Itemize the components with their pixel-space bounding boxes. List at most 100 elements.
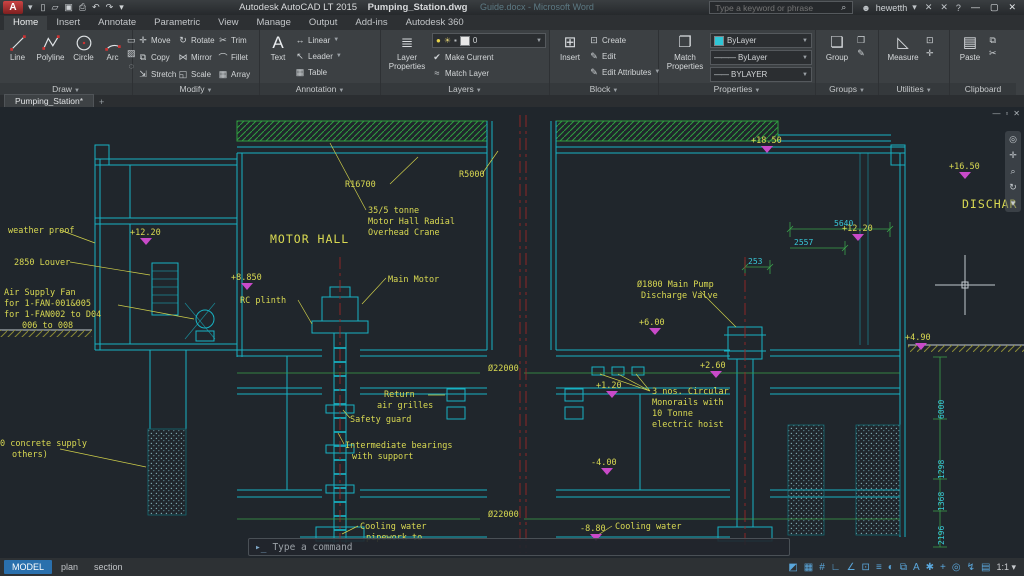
edit-button[interactable]: ✎Edit [589,48,655,64]
ribbon-tab-annotate[interactable]: Annotate [89,16,145,30]
snap-mode-icon[interactable]: ▦ [804,562,813,573]
orbit-icon[interactable]: ↻ [1009,182,1017,193]
insert-button[interactable]: ⊞ Insert [553,32,587,62]
ribbon-tab-add-ins[interactable]: Add-ins [346,16,396,30]
lineweight-icon[interactable]: ≡ [876,562,882,573]
linetype-dropdown[interactable]: ——— ByLayer ▼ [710,50,812,65]
cut-clip-icon[interactable]: ✂ [989,48,997,58]
ribbon-tab-parametric[interactable]: Parametric [145,16,209,30]
match-layer-button[interactable]: ≈Match Layer [432,65,546,81]
maximize-button[interactable]: ▢ [985,2,1004,13]
qat-dropdown-icon[interactable]: ▾ [116,2,127,13]
linear-button[interactable]: ↔Linear▼ [295,32,375,48]
annotation-scale[interactable]: 1:1 ▾ [996,562,1016,573]
layout-tab-section[interactable]: section [87,560,130,574]
infer-constraints-icon[interactable]: ◩ [788,562,797,573]
group-button[interactable]: ❏ Group [819,32,855,62]
drawing-minimize-icon[interactable]: — [992,109,1000,118]
move-button[interactable]: ✛Move [136,35,176,46]
ribbon-tab-output[interactable]: Output [300,16,347,30]
grid-display-icon[interactable]: # [819,562,825,573]
stretch-button[interactable]: ⇲Stretch [136,69,176,80]
search-icon[interactable]: ⌕ [838,2,849,13]
plot-icon[interactable]: ⎙ [76,2,89,13]
id-point-icon[interactable]: ✛ [926,48,934,58]
ribbon-tab-view[interactable]: View [209,16,247,30]
trim-button[interactable]: ✂Trim [216,35,256,46]
ortho-mode-icon[interactable]: ∟ [831,562,841,573]
mirror-button[interactable]: ⋈Mirror [176,52,216,63]
file-tab-pumping-station[interactable]: Pumping_Station* [4,94,94,107]
table-button[interactable]: ▦Table [295,64,375,80]
measure-button[interactable]: ◺ Measure [882,32,924,62]
redo-icon[interactable]: ↷ [103,2,117,13]
annotation-monitor-icon[interactable]: + [940,562,946,573]
group-edit-icon[interactable]: ✎ [857,48,865,58]
ribbon-tab-insert[interactable]: Insert [47,16,89,30]
match-properties-button[interactable]: ❐ Match Properties [662,32,708,71]
layers-panel-label[interactable]: Layers▼ [381,83,549,95]
new-file-tab-button[interactable]: + [94,97,109,107]
modify-panel-label[interactable]: Modify▼ [133,83,259,95]
line-button[interactable]: Line [3,32,32,62]
new-file-icon[interactable]: ▯ [38,2,49,13]
search-input[interactable] [713,2,838,14]
ribbon-tab-autodesk-360[interactable]: Autodesk 360 [397,16,473,30]
ribbon-tab-manage[interactable]: Manage [248,16,300,30]
ribbon-tab-home[interactable]: Home [4,16,47,30]
open-file-icon[interactable]: ▱ [48,2,61,13]
app-menu-button[interactable]: A [3,1,23,14]
signin-dropdown-icon[interactable]: ▾ [909,2,920,13]
create-button[interactable]: ⊡Create [589,32,655,48]
pan-icon[interactable]: ✛ [1009,150,1017,161]
customization-icon[interactable]: ▤ [981,562,990,573]
layer-dropdown-icon[interactable]: ▼ [536,38,542,44]
app-menu-dropdown-icon[interactable]: ▾ [25,2,36,13]
zoom-icon[interactable]: ⌕ [1010,166,1015,177]
annotation-visibility-icon[interactable]: A [913,562,920,573]
object-color-dropdown[interactable]: ByLayer ▼ [710,33,812,48]
quick-select-icon[interactable]: ⊡ [926,35,934,45]
drawing-area[interactable]: weather proof2850 LouverAir Supply Fanfo… [0,107,1024,558]
scale-button[interactable]: ◱Scale [176,69,216,80]
object-snap-icon[interactable]: ⊡ [862,562,870,573]
isolate-objects-icon[interactable]: ◎ [952,562,961,573]
signin-user[interactable]: hewetth [876,3,908,13]
leader-button[interactable]: ↖Leader▼ [295,48,375,64]
text-button[interactable]: A Text [263,32,293,62]
drawing-restore-icon[interactable]: ▫ [1005,109,1008,118]
make-current-button[interactable]: ✔Make Current [432,49,546,65]
utilities-panel-label[interactable]: Utilities▼ [879,83,949,95]
paste-button[interactable]: ▤ Paste [953,32,987,62]
lineweight-dropdown-icon[interactable]: ▼ [802,72,808,78]
edit-attributes-button[interactable]: ✎Edit Attributes▼ [589,64,655,80]
transparency-icon[interactable]: ◐ [888,562,894,573]
polyline-button[interactable]: Polyline [34,32,67,62]
layer-dropdown[interactable]: ● ☀ ▪ 0 ▼ [432,33,546,48]
groups-panel-label[interactable]: Groups▼ [816,83,878,95]
help-button[interactable]: ? [953,3,964,13]
save-icon[interactable]: ▣ [61,2,76,13]
circle-button[interactable]: Circle [69,32,98,62]
array-button[interactable]: ▦Array [216,69,256,80]
arc-button[interactable]: Arc [100,32,125,62]
graphics-performance-icon[interactable]: ↯ [967,562,975,573]
drawing-close-icon[interactable]: ✕ [1013,109,1020,118]
navigation-wheel-icon[interactable]: ◎ [1009,134,1017,145]
command-line[interactable]: ▸_ Type a command [248,538,790,556]
exchange-apps-icon[interactable]: ✕ [922,2,936,13]
block-panel-label[interactable]: Block▼ [550,83,658,95]
properties-panel-label[interactable]: Properties▼ [659,83,815,95]
rotate-button[interactable]: ↻Rotate [176,35,216,46]
polar-tracking-icon[interactable]: ∠ [847,562,856,573]
layer-properties-button[interactable]: ≣ Layer Properties [384,32,430,71]
lineweight-dropdown[interactable]: —— BYLAYER ▼ [710,67,812,82]
workspace-switching-icon[interactable]: ✱ [926,562,934,573]
layout-tab-plan[interactable]: plan [54,560,85,574]
selection-cycling-icon[interactable]: ⧉ [900,562,907,573]
autodesk360-icon[interactable]: ✕ [937,2,951,13]
navbar-more-icon[interactable]: ▾ [1011,198,1016,209]
annotation-panel-label[interactable]: Annotation▼ [260,83,380,95]
linetype-dropdown-icon[interactable]: ▼ [802,55,808,61]
copy-button[interactable]: ⧉Copy [136,52,176,63]
